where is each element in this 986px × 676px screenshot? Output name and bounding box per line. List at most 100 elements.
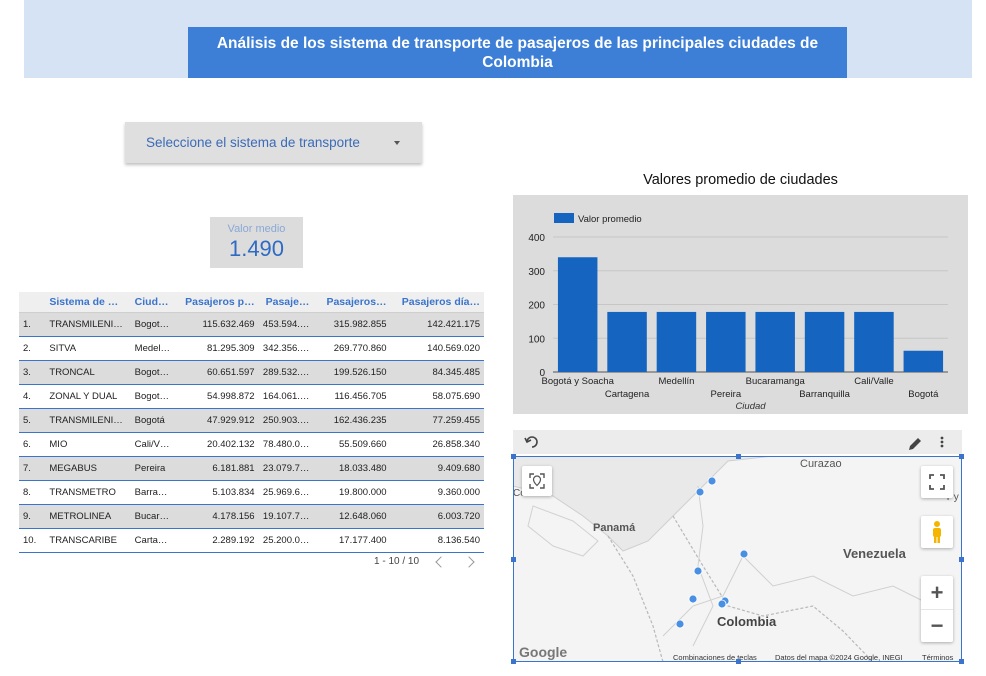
- y-tick-label: 300: [528, 267, 545, 278]
- pegman-icon: [933, 521, 941, 543]
- resize-handle[interactable]: [959, 454, 964, 459]
- zoom-in-button[interactable]: +: [921, 577, 953, 610]
- cell-ciudad: Cali/V…: [130, 432, 176, 457]
- column-header-pasajeros-2[interactable]: Pasaje…: [258, 292, 314, 313]
- bubble-map[interactable]: Curazao Panamá Venezuela Colombia Co ca …: [513, 456, 962, 662]
- terms-link[interactable]: Términos: [922, 653, 954, 662]
- street-view-button[interactable]: [921, 516, 953, 548]
- cell-pasajeros-3: 269.770.860: [313, 336, 391, 361]
- cell-pasajeros-3: 162.436.235: [313, 408, 391, 433]
- map-canvas: Curazao Panamá Venezuela Colombia Co ca …: [513, 456, 962, 662]
- zoom-controls: + −: [921, 576, 953, 642]
- chart-bar: [854, 311, 894, 372]
- cell-ciudad: Bogot…: [130, 384, 176, 409]
- average-scorecard: Valor medio 1.490: [210, 217, 303, 268]
- column-header-pasajeros-1[interactable]: Pasajeros p…: [175, 292, 259, 313]
- row-index: 1.: [19, 312, 46, 337]
- city-marker[interactable]: [693, 566, 703, 576]
- more-vert-icon[interactable]: [940, 436, 944, 448]
- zoom-out-button[interactable]: −: [921, 610, 953, 642]
- table-row[interactable]: 10. TRANSCARIBE Carta… 2.289.192 25.200.0… 17…: [19, 528, 484, 553]
- table-row[interactable]: 4. ZONAL Y DUAL Bogot… 54.998.872 164.061.… 1…: [19, 384, 484, 409]
- location-reset-button[interactable]: [522, 466, 552, 496]
- column-header-sistema[interactable]: Sistema de …: [45, 292, 131, 313]
- table-row[interactable]: 9. METROLINEA Bucar… 4.178.156 19.107.7… 12.6…: [19, 504, 484, 529]
- resize-handle[interactable]: [736, 659, 741, 664]
- row-index: 10.: [19, 528, 46, 553]
- cell-ciudad: Bogotá: [130, 408, 176, 433]
- column-header-pasajeros-3[interactable]: Pasajeros…: [313, 292, 391, 313]
- cell-sistema: MEGABUS: [45, 456, 131, 481]
- cell-pasajeros-2: 164.061.…: [258, 384, 314, 409]
- resize-handle[interactable]: [511, 557, 516, 562]
- row-index: 8.: [19, 480, 46, 505]
- cell-pasajeros-1: 4.178.156: [175, 504, 259, 529]
- cell-ciudad: Pereira: [130, 456, 176, 481]
- city-marker[interactable]: [675, 619, 685, 629]
- table-row[interactable]: 2. SITVA Medel… 81.295.309 342.356.… 269.770.…: [19, 336, 484, 361]
- cell-pasajeros-2: 250.903.…: [258, 408, 314, 433]
- cell-pasajeros-dia: 9.409.680: [390, 456, 484, 481]
- chart-bar: [903, 350, 944, 372]
- map-label-curazao: Curazao: [800, 458, 842, 470]
- transport-system-filter[interactable]: Seleccione el sistema de transporte: [125, 122, 422, 163]
- transport-table: Sistema de … Ciud… Pasajeros p… Pasaje… …: [19, 292, 484, 553]
- table-row[interactable]: 5. TRANSMILENI… Bogotá 47.929.912 250.903.… 1…: [19, 408, 484, 433]
- chart-bar: [706, 311, 746, 372]
- city-marker[interactable]: [739, 549, 749, 559]
- cell-pasajeros-2: 25.200.0…: [258, 528, 314, 553]
- next-page-icon[interactable]: [463, 555, 475, 568]
- row-index: 2.: [19, 336, 46, 361]
- cell-pasajeros-dia: 8.136.540: [390, 528, 484, 553]
- cell-pasajeros-2: 23.079.7…: [258, 456, 314, 481]
- table-row[interactable]: 3. TRONCAL Bogot… 60.651.597 289.532.… 199.52…: [19, 360, 484, 385]
- cell-pasajeros-1: 60.651.597: [175, 360, 259, 385]
- y-tick-label: 100: [528, 334, 545, 345]
- header-index: [19, 292, 46, 313]
- bar-chart: 0 100 200 300 400 Valor promedio Bogotá y Soac…: [513, 195, 968, 414]
- cell-pasajeros-dia: 6.003.720: [390, 504, 484, 529]
- cell-ciudad: Bucar…: [130, 504, 176, 529]
- cell-sistema: TRANSMILENI…: [45, 408, 131, 433]
- table-row[interactable]: 7. MEGABUS Pereira 6.181.881 23.079.7… 18.033…: [19, 456, 484, 481]
- x-tick-label: Bogotá: [908, 389, 939, 400]
- cell-sistema: TRONCAL: [45, 360, 131, 385]
- cell-ciudad: Bogot…: [130, 360, 176, 385]
- resize-handle[interactable]: [511, 454, 516, 459]
- map-label-panama: Panamá: [593, 522, 636, 534]
- table-row[interactable]: 8. TRANSMETRO Barra… 5.103.834 25.969.6… 19.8…: [19, 480, 484, 505]
- filter-label: Seleccione el sistema de transporte: [146, 135, 360, 150]
- column-header-pasajeros-dia[interactable]: Pasajeros día…: [390, 292, 484, 313]
- cell-ciudad: Medel…: [130, 336, 176, 361]
- keyboard-shortcuts-link[interactable]: Combinaciones de teclas: [673, 653, 757, 662]
- table-row[interactable]: 1. TRANSMILENI… Bogot… 115.632.469 453.594.……: [19, 312, 484, 337]
- cell-sistema: SITVA: [45, 336, 131, 361]
- city-marker[interactable]: [688, 594, 698, 604]
- map-label-venezuela: Venezuela: [843, 546, 907, 561]
- city-marker[interactable]: [707, 476, 717, 486]
- resize-handle[interactable]: [959, 659, 964, 664]
- fullscreen-button[interactable]: [921, 466, 953, 498]
- resize-handle[interactable]: [959, 557, 964, 562]
- row-index: 5.: [19, 408, 46, 433]
- table-row[interactable]: 6. MIO Cali/V… 20.402.132 78.480.0… 55.509.66…: [19, 432, 484, 457]
- prev-page-icon[interactable]: [435, 555, 447, 568]
- cell-sistema: TRANSMILENI…: [45, 312, 131, 337]
- legend-label: Valor promedio: [578, 214, 642, 225]
- cell-pasajeros-2: 78.480.0…: [258, 432, 314, 457]
- pagination-range: 1 - 10 / 10: [374, 556, 420, 567]
- cell-ciudad: Barra…: [130, 480, 176, 505]
- resize-handle[interactable]: [736, 454, 741, 459]
- city-marker[interactable]: [717, 599, 727, 609]
- cell-pasajeros-1: 47.929.912: [175, 408, 259, 433]
- cell-pasajeros-3: 55.509.660: [313, 432, 391, 457]
- column-header-ciudad[interactable]: Ciud…: [130, 292, 176, 313]
- cell-sistema: TRANSMETRO: [45, 480, 131, 505]
- undo-icon[interactable]: [524, 436, 538, 448]
- city-marker[interactable]: [695, 487, 705, 497]
- cell-ciudad: Carta…: [130, 528, 176, 553]
- caret-down-icon: [394, 141, 400, 145]
- resize-handle[interactable]: [511, 659, 516, 664]
- edit-icon[interactable]: [909, 438, 921, 450]
- row-index: 9.: [19, 504, 46, 529]
